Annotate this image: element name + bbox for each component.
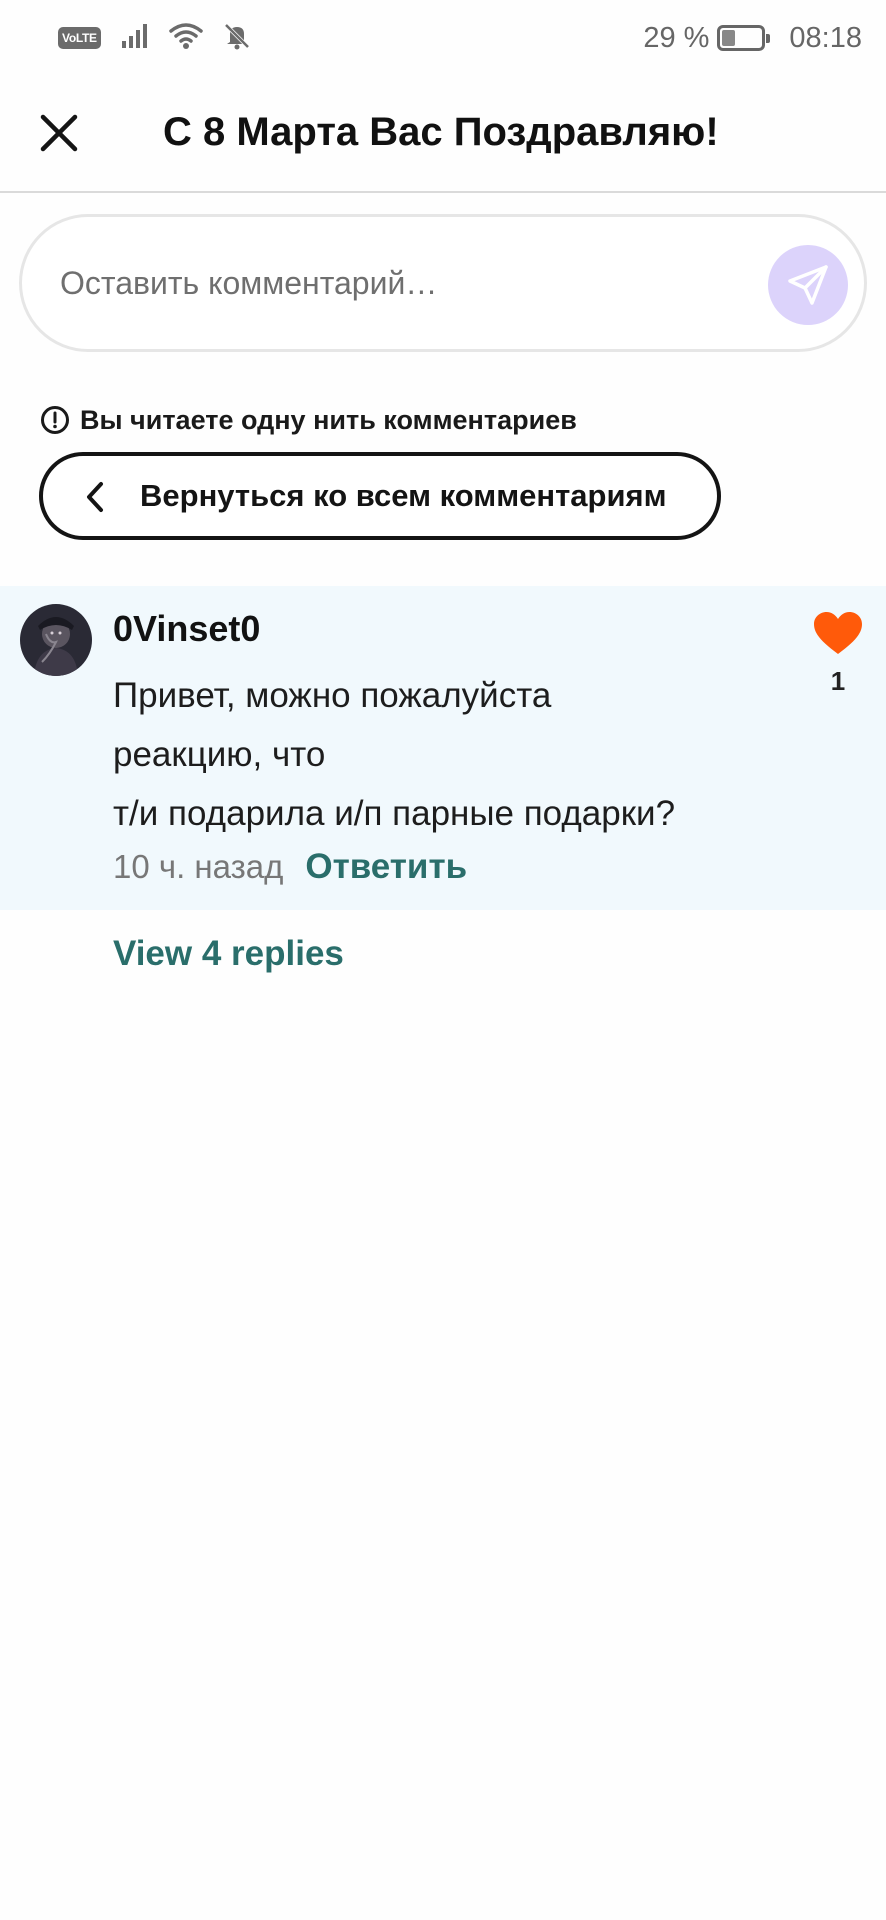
battery-level xyxy=(722,30,735,46)
send-icon xyxy=(788,265,828,305)
close-icon xyxy=(40,114,78,152)
like-button[interactable] xyxy=(812,610,864,656)
chevron-left-icon xyxy=(87,482,103,512)
comment-input[interactable] xyxy=(60,257,700,309)
comment-username[interactable]: 0Vinset0 xyxy=(113,608,260,650)
avatar[interactable] xyxy=(20,604,92,676)
back-button-label: Вернуться ко всем комментариям xyxy=(140,478,667,513)
reply-button[interactable]: Ответить xyxy=(305,847,467,887)
status-bar-right: 29 % 08:18 xyxy=(643,22,862,54)
comment-body: Привет, можно пожалуйста реакцию, что т/… xyxy=(113,666,763,843)
battery-percent: 29 % xyxy=(643,21,710,54)
volte-badge: VoLTE xyxy=(58,27,101,49)
comment-line: реакцию, что xyxy=(113,735,326,774)
status-bar-left: VoLTE xyxy=(58,22,251,54)
wifi-icon xyxy=(168,22,203,55)
comment-timestamp: 10 ч. назад xyxy=(113,848,284,885)
send-button[interactable] xyxy=(768,245,848,325)
thread-notice-text: Вы читаете одну нить комментариев xyxy=(80,404,577,435)
status-time: 08:18 xyxy=(789,21,862,54)
battery-icon xyxy=(717,25,771,51)
comment-line: т/и подарила и/п парные подарки? xyxy=(113,794,676,833)
comment-meta: 10 ч. назад Ответить xyxy=(113,844,467,890)
like-count: 1 xyxy=(830,666,846,696)
back-to-all-comments-button[interactable]: Вернуться ко всем комментариям xyxy=(39,452,721,540)
status-bar: VoLTE 29 % 08:18 xyxy=(0,0,886,76)
bell-off-icon xyxy=(223,22,251,55)
comment-item: 0Vinset0 Привет, можно пожалуйста реакци… xyxy=(0,586,886,910)
signal-icon xyxy=(121,23,149,54)
close-button[interactable] xyxy=(32,106,86,160)
view-replies-link[interactable]: View 4 replies xyxy=(113,934,344,974)
heart-icon xyxy=(814,612,862,654)
page-title: С 8 Марта Вас Поздравляю! xyxy=(163,110,719,154)
info-icon xyxy=(41,406,69,434)
comment-composer xyxy=(19,214,867,352)
app-header: С 8 Марта Вас Поздравляю! xyxy=(0,76,886,193)
comment-line: Привет, можно пожалуйста xyxy=(113,676,552,715)
thread-notice: Вы читаете одну нить комментариев xyxy=(40,402,577,438)
